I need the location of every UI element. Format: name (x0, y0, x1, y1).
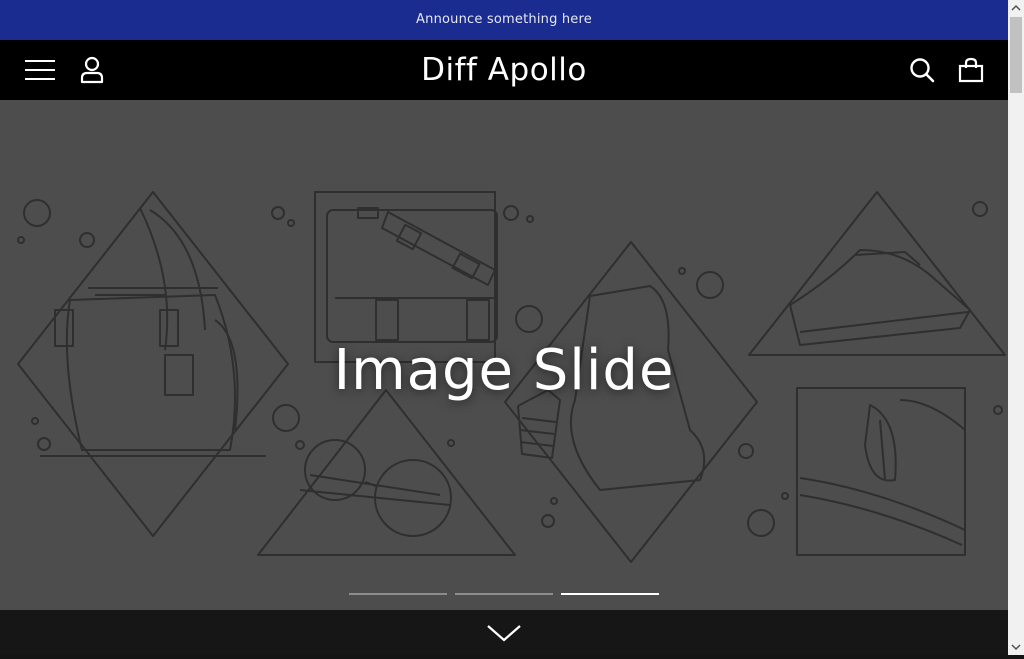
hero-footer-bar (0, 610, 1008, 655)
slide-dot-3-active[interactable] (561, 593, 659, 595)
chevron-down-icon[interactable] (486, 618, 522, 646)
scroll-up-arrow-icon[interactable] (1008, 0, 1024, 17)
site-title[interactable]: Diff Apollo (0, 40, 1008, 100)
shopping-bag-icon[interactable] (953, 52, 989, 88)
page: Announce something here Diff Apollo Imag… (0, 0, 1008, 655)
search-icon[interactable] (904, 52, 940, 88)
page-scrollbar[interactable] (1008, 0, 1024, 655)
scrollbar-thumb[interactable] (1010, 17, 1022, 93)
slide-heading: Image Slide (333, 338, 675, 403)
announcement-bar[interactable]: Announce something here (0, 0, 1008, 40)
slide-dot-2[interactable] (455, 593, 553, 595)
site-header: Diff Apollo (0, 40, 1008, 100)
announcement-text: Announce something here (416, 12, 592, 27)
scroll-down-arrow-icon[interactable] (1008, 638, 1024, 655)
slide-dot-1[interactable] (349, 593, 447, 595)
hero-slideshow[interactable]: Image Slide (0, 100, 1008, 610)
